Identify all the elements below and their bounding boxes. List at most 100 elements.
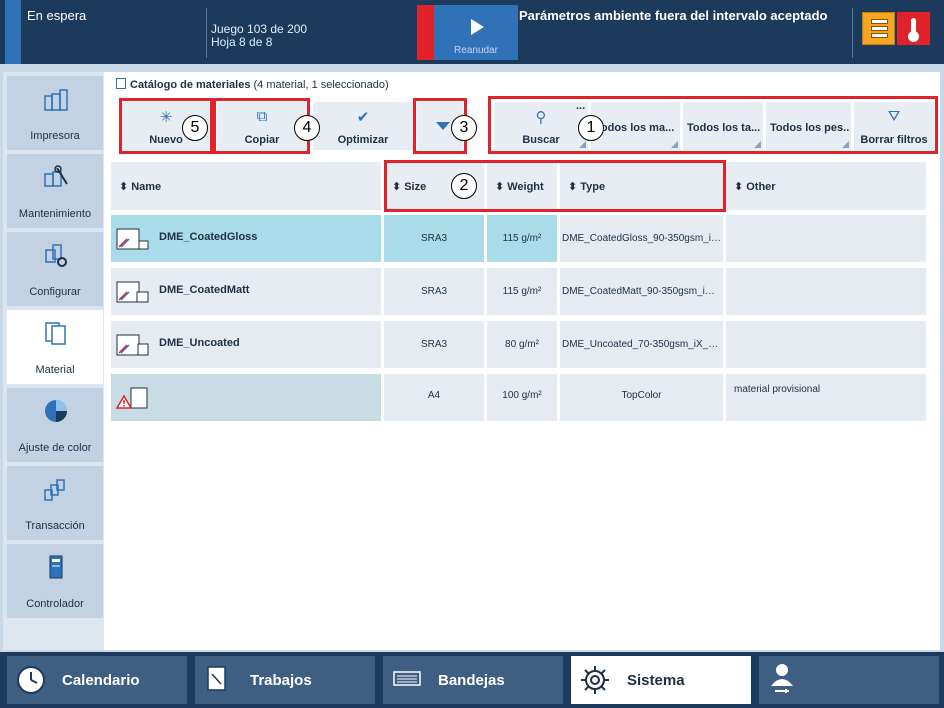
column-label: ⬍ Size (392, 181, 427, 193)
user-key-icon (771, 664, 793, 693)
search-label: Buscar (522, 134, 560, 146)
corner-marker (579, 141, 586, 148)
material-weight: 115 g/m² (502, 233, 542, 244)
material-name: DME_CoatedGloss (159, 231, 258, 243)
copy-icon: ⧉ (256, 108, 268, 125)
material-size: SRA3 (420, 233, 448, 244)
sort-icon: ⬍ (734, 181, 744, 193)
copy-label: Copiar (244, 134, 280, 146)
filter-size-label: Todos los ta... (687, 122, 761, 134)
clock-icon (17, 666, 45, 694)
nav-label: Trabajos (250, 672, 312, 689)
more-indicator: ... (576, 100, 586, 112)
server-warning-icon[interactable] (862, 12, 895, 45)
sidebar-item-label: Ajuste de color (18, 442, 92, 454)
sidebar-item-label: Controlador (26, 598, 84, 610)
callout-5: 5 (182, 115, 208, 141)
resume-button[interactable]: Reanudar (434, 5, 518, 60)
clear-filters-label: Borrar filtros (860, 134, 928, 146)
catalog-count: (4 material, 1 seleccionado) (253, 79, 389, 91)
chevron-down-icon (436, 122, 450, 130)
sort-icon: ⬍ (568, 181, 578, 193)
binoculars-icon: ⚲ (535, 109, 547, 126)
gear-icon (581, 666, 609, 694)
material-size: A4 (427, 390, 441, 401)
job-progress: Juego 103 de 200 Hoja 8 de 8 (211, 23, 307, 49)
material-icon (45, 322, 66, 345)
divider (852, 8, 853, 58)
material-type: DME_Uncoated_70-350gsm_iX_R4... (562, 339, 721, 350)
nav-system[interactable]: Sistema (571, 656, 751, 704)
nav-user[interactable] (759, 656, 939, 704)
column-header-weight[interactable]: ⬍ Weight (487, 162, 557, 210)
sidebar-item-transaction[interactable]: Transacción (7, 466, 103, 540)
sidebar-item-label: Configurar (29, 286, 81, 298)
document-icon (207, 666, 226, 691)
resume-label: Reanudar (454, 45, 498, 56)
material-weight: 115 g/m² (502, 286, 542, 297)
search-button[interactable]: ⚲ Buscar ... (494, 100, 588, 150)
column-label: ⬍ Other (734, 181, 776, 193)
sidebar-item-color[interactable]: Ajuste de color (7, 388, 103, 462)
sheet-count: Hoja 8 de 8 (211, 35, 273, 49)
column-header-name[interactable]: ⬍ Name (111, 162, 381, 210)
optimize-icon: ✔ (356, 109, 370, 126)
column-header-type[interactable]: ⬍ Type (560, 162, 723, 210)
material-size: SRA3 (420, 286, 448, 297)
sidebar-item-printer[interactable]: Impresora (7, 76, 103, 150)
sidebar-item-material[interactable]: Material (7, 310, 103, 384)
corner-marker (842, 141, 849, 148)
filter-weight-label: Todos los pes... (770, 122, 849, 134)
status-indicator (5, 0, 21, 64)
callout-1: 1 (578, 115, 604, 141)
optimize-label: Optimizar (337, 134, 389, 146)
column-label: ⬍ Weight (495, 181, 544, 193)
nav-label: Calendario (62, 672, 140, 689)
material-type: DME_CoatedMatt_90-350gsm_iX_... (562, 286, 721, 297)
sparkle-icon: ✳ (159, 109, 173, 126)
nav-calendar[interactable]: Calendario (7, 656, 187, 704)
material-size: SRA3 (420, 339, 448, 350)
configure-icon (45, 244, 67, 267)
nav-trays[interactable]: Bandejas (383, 656, 563, 704)
column-header-other[interactable]: ⬍ Other (726, 162, 926, 210)
filter-size-button[interactable]: Todos los ta... (683, 102, 763, 150)
clear-filters-button[interactable]: ⛛ Borrar filtros (854, 102, 934, 150)
sidebar-item-label: Transacción (25, 520, 85, 532)
thermometer-icon[interactable] (897, 12, 930, 45)
sidebar-item-label: Mantenimiento (18, 208, 92, 220)
filter-weight-button[interactable]: Todos los pes... (766, 102, 851, 150)
material-type: DME_CoatedGloss_90-350gsm_iX... (562, 233, 721, 244)
corner-marker (671, 141, 678, 148)
optimize-button[interactable]: ✔ Optimizar (313, 102, 413, 150)
catalog-icon (116, 78, 126, 89)
sidebar-item-label: Material (35, 364, 75, 376)
sort-icon: ⬍ (119, 181, 129, 193)
nav-jobs[interactable]: Trabajos (195, 656, 375, 704)
corner-marker (754, 141, 761, 148)
callout-3: 3 (451, 115, 477, 141)
warning-media-icon (115, 387, 148, 409)
coated-media-icon (116, 228, 149, 250)
bottom-navigation: Calendario Trabajos Bandejas Sistema (0, 652, 944, 708)
material-weight: 100 g/m² (502, 390, 542, 401)
filter-media-button[interactable]: Todos los ma... (591, 102, 680, 150)
maintenance-icon (44, 165, 68, 187)
callout-2: 2 (451, 173, 477, 199)
material-weight: 80 g/m² (505, 339, 539, 350)
sort-icon: ⬍ (392, 181, 402, 193)
transaction-icon (44, 479, 65, 501)
sidebar-item-configure[interactable]: Configurar (7, 232, 103, 306)
nav-label: Sistema (627, 672, 685, 689)
material-name: DME_Uncoated (159, 337, 240, 349)
catalog-header: Catálogo de materiales (4 material, 1 se… (116, 78, 389, 91)
printer-icon (44, 89, 68, 111)
sidebar-item-controller[interactable]: Controlador (7, 544, 103, 618)
sidebar-item-maintenance[interactable]: Mantenimiento (7, 154, 103, 228)
uncoated-media-icon (116, 334, 149, 356)
alert-message[interactable]: Parámetros ambiente fuera del intervalo … (519, 8, 828, 23)
sort-icon: ⬍ (495, 181, 505, 193)
catalog-title: Catálogo de materiales (130, 79, 251, 91)
clear-filter-icon: ⛛ (887, 108, 901, 125)
tray-icon (393, 671, 421, 686)
